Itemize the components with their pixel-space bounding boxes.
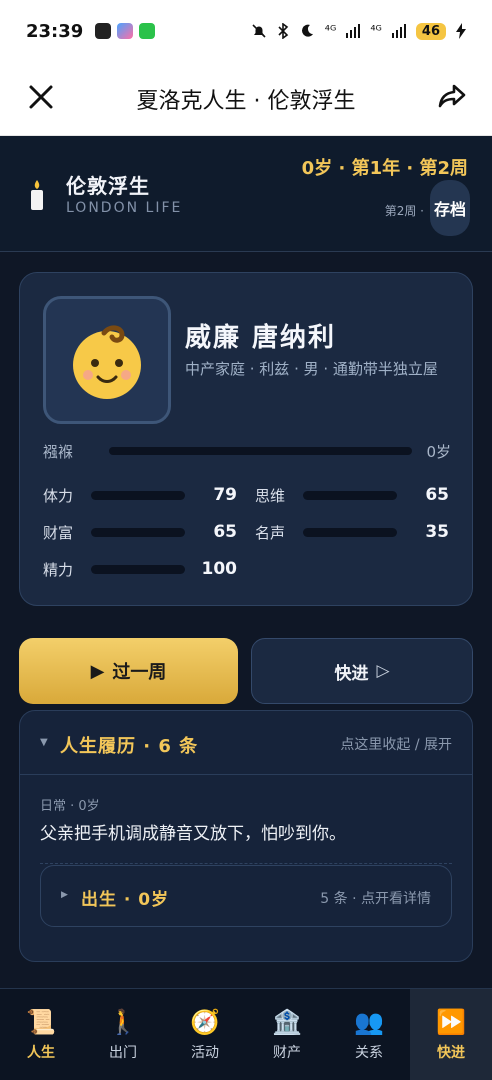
- close-icon[interactable]: [26, 82, 56, 112]
- stat-fame: 名声 35: [255, 522, 449, 542]
- game-subtitle: LONDON LIFE: [66, 200, 183, 216]
- photos-app-icon: [117, 23, 134, 39]
- tab-assets[interactable]: 🏦 财产: [246, 989, 328, 1080]
- fast-forward-label: 快进: [334, 663, 369, 684]
- stat-bar: [91, 490, 185, 500]
- caret-down-icon: ▼: [40, 737, 48, 748]
- stat-wealth: 财富 65: [43, 522, 237, 542]
- status-app-icons: [95, 23, 156, 39]
- nav-bar: 夏洛克人生 · 伦敦浮生: [0, 62, 492, 136]
- stat-intellect: 思维 65: [255, 485, 449, 505]
- tab-label: 财产: [273, 1044, 301, 1061]
- log-entry-meta: 日常 · 0岁: [40, 799, 100, 814]
- fast-forward-icon: ⏩: [436, 1007, 466, 1036]
- tab-fast-forward[interactable]: ⏩ 快进: [410, 989, 492, 1080]
- tab-activities[interactable]: 🧭 活动: [164, 989, 246, 1080]
- nav-title: 夏洛克人生 · 伦敦浮生: [136, 88, 356, 114]
- stat-value: 100: [201, 559, 238, 579]
- people-icon: 👥: [354, 1007, 384, 1036]
- tab-life[interactable]: 📜 人生: [0, 989, 82, 1080]
- signal-2-label: ⁴ᴳ: [370, 23, 382, 39]
- stat-bar: [91, 527, 185, 537]
- log-group-title: 出生 · 0岁: [81, 890, 170, 910]
- tab-relations[interactable]: 👥 关系: [328, 989, 410, 1080]
- stat-label: 体力: [43, 486, 74, 505]
- stat-label: 财富: [43, 523, 74, 542]
- scroll-icon: 📜: [26, 1007, 56, 1036]
- stat-bar: [303, 490, 397, 500]
- share-icon[interactable]: [436, 80, 468, 112]
- tab-label: 人生: [27, 1044, 55, 1061]
- tab-label: 关系: [355, 1044, 383, 1061]
- bottom-tab-bar: 📜 人生 🚶 出门 🧭 活动 🏦 财产 👥 关系 ⏩ 快进: [0, 988, 492, 1080]
- game-header: 伦敦浮生 LONDON LIFE 0岁 · 第1年 · 第2周 第2周 · 存档: [0, 136, 492, 252]
- stat-value: 65: [425, 485, 449, 505]
- log-group-hint: 5 条 · 点开看详情: [320, 891, 431, 907]
- wechat-app-icon: [139, 23, 156, 39]
- log-entry-text: 父亲把手机调成静音又放下，怕吵到你。: [40, 824, 346, 844]
- baby-face-icon: [73, 325, 141, 399]
- signal-1-label: ⁴ᴳ: [324, 23, 337, 39]
- character-description: 中产家庭 · 利兹 · 男 · 通勤带半独立屋: [185, 360, 438, 378]
- game-title: 伦敦浮生: [66, 174, 150, 198]
- walking-person-icon: 🚶: [108, 1007, 138, 1036]
- life-log-panel: ▼ 人生履历 · 6 条 点这里收起 / 展开 日常 · 0岁 父亲把手机调成静…: [19, 710, 473, 962]
- tab-label: 快进: [437, 1044, 465, 1061]
- save-button[interactable]: 存档: [430, 180, 470, 236]
- tab-label: 出门: [109, 1044, 137, 1061]
- signal-bars-icon: [346, 24, 361, 38]
- play-outline-icon: ▷: [376, 661, 390, 681]
- signal-bars-2-icon: [391, 24, 406, 38]
- advance-week-button[interactable]: ▶ 过一周: [19, 638, 238, 704]
- play-icon: ▶: [90, 660, 105, 682]
- status-time: 23:39: [26, 20, 84, 42]
- life-log-header[interactable]: ▼ 人生履历 · 6 条 点这里收起 / 展开: [20, 711, 472, 775]
- advance-week-label: 过一周: [112, 662, 167, 683]
- game-week: 第2周 ·: [384, 204, 424, 218]
- penguin-app-icon: [95, 23, 112, 39]
- bank-icon: 🏦: [272, 1007, 302, 1036]
- stat-label: 思维: [255, 486, 286, 505]
- fast-forward-button[interactable]: 快进 ▷: [251, 638, 473, 704]
- game-age: 0岁 · 第1年 · 第2周: [301, 158, 468, 179]
- moon-icon: [301, 24, 313, 37]
- mute-icon: [252, 24, 266, 38]
- stat-label: 精力: [43, 560, 74, 579]
- stat-energy: 精力 100: [43, 559, 237, 579]
- life-stage-bar: [109, 447, 413, 455]
- charging-icon: [456, 23, 466, 39]
- stat-value: 79: [213, 485, 237, 505]
- tab-label: 活动: [191, 1044, 219, 1061]
- stat-stamina: 体力 79: [43, 485, 237, 505]
- stat-value: 65: [213, 522, 237, 542]
- status-bar: 23:39 ⁴ᴳ ⁴ᴳ 46: [0, 0, 492, 62]
- life-stage-label: 襁褓: [43, 442, 74, 461]
- divider: [40, 863, 452, 864]
- stat-value: 35: [425, 522, 449, 542]
- bluetooth-icon: [278, 23, 288, 39]
- caret-right-icon: ▶: [61, 890, 68, 900]
- life-stage-age: 0岁: [426, 442, 451, 461]
- life-log-toggle[interactable]: 点这里收起 / 展开: [340, 734, 452, 754]
- character-card: 威廉 唐纳利 中产家庭 · 利兹 · 男 · 通勤带半独立屋 襁褓 0岁 体力 …: [19, 272, 473, 606]
- tab-go-out[interactable]: 🚶 出门: [82, 989, 164, 1080]
- stat-bar: [303, 527, 397, 537]
- life-stage-row: 襁褓 0岁: [43, 441, 451, 461]
- character-name: 威廉 唐纳利: [185, 323, 337, 353]
- log-group-birth[interactable]: ▶ 出生 · 0岁 5 条 · 点开看详情: [40, 865, 452, 927]
- status-indicators: ⁴ᴳ ⁴ᴳ 46: [251, 22, 466, 40]
- life-log-title: 人生履历 · 6 条: [60, 736, 199, 757]
- avatar: [43, 296, 171, 424]
- battery-level: 46: [415, 22, 446, 40]
- candle-icon: [31, 180, 43, 210]
- stat-bar: [91, 564, 185, 574]
- stat-label: 名声: [255, 523, 286, 542]
- compass-icon: 🧭: [190, 1007, 220, 1036]
